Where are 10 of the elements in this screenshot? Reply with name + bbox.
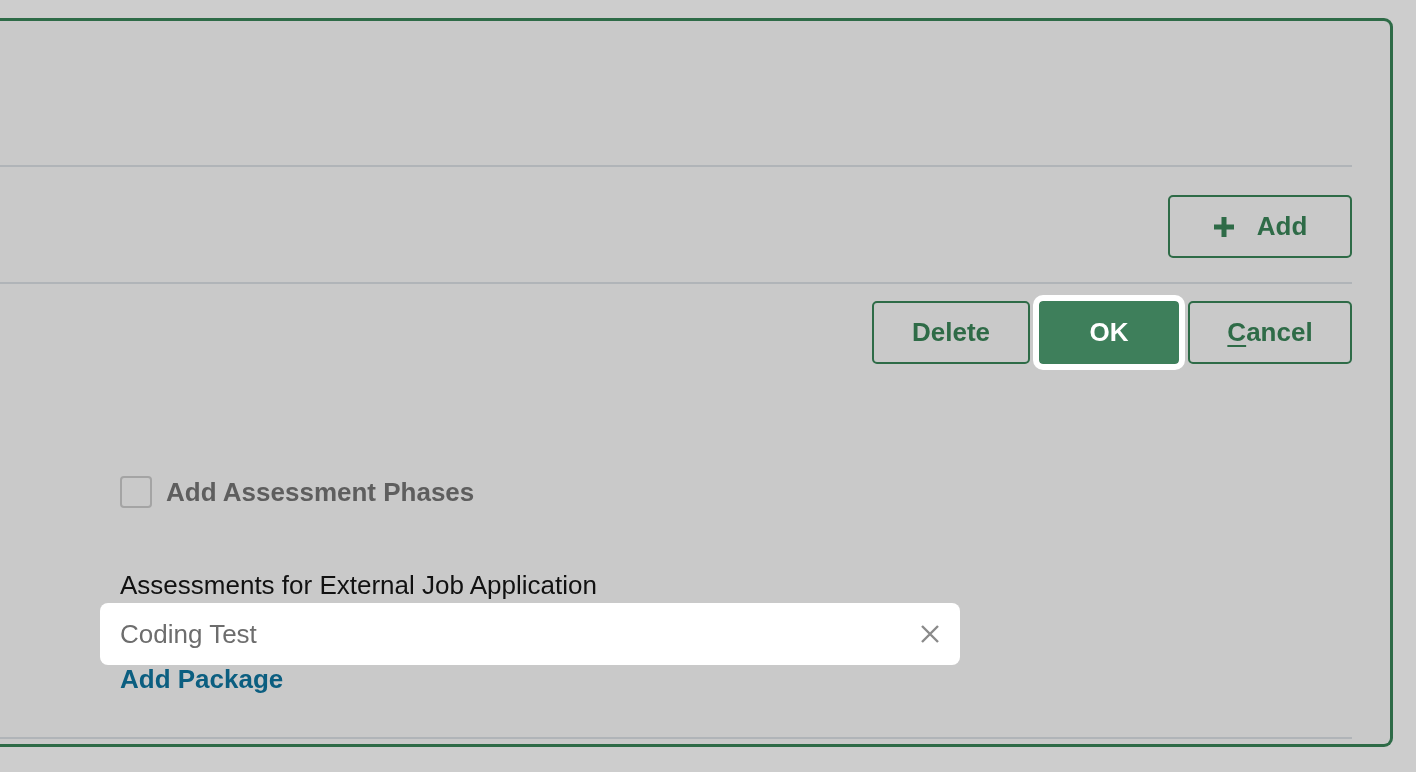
add-package-link[interactable]: Add Package [120,664,284,695]
checkbox-label: Add Assessment Phases [166,476,475,508]
assessment-field[interactable]: Coding Test [100,603,960,665]
plus-icon [1212,215,1235,238]
action-button[interactable]: Cancel [1188,301,1352,364]
clear-icon[interactable] [920,624,940,644]
add-button[interactable]: Add [1168,195,1352,258]
action-button[interactable]: Delete [872,301,1030,364]
field-label: Assessments for External Job Application [120,570,598,601]
checkbox[interactable] [120,476,152,508]
